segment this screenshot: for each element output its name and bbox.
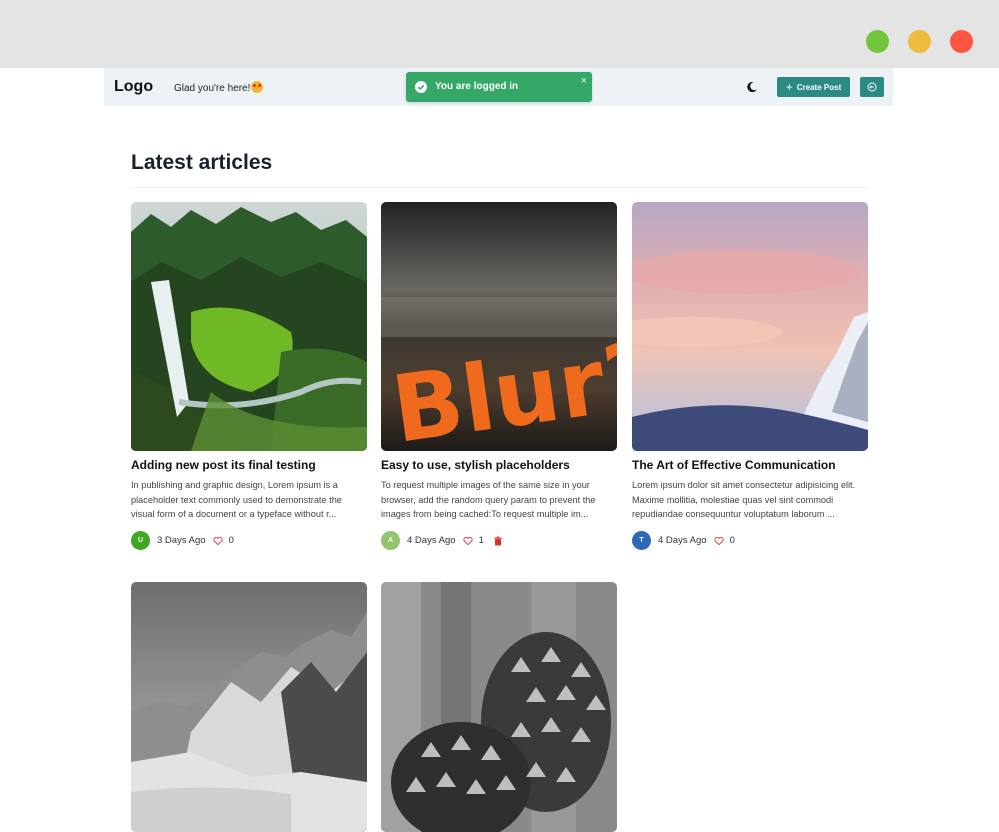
close-button[interactable] bbox=[950, 30, 973, 53]
avatar[interactable]: U bbox=[131, 531, 150, 551]
check-circle-icon bbox=[415, 81, 427, 93]
article-excerpt: In publishing and graphic design, Lorem … bbox=[131, 480, 342, 520]
divider bbox=[131, 187, 867, 188]
section-title: Latest articles bbox=[131, 151, 273, 174]
post-time: 4 Days Ago bbox=[658, 535, 707, 547]
article-title[interactable]: Adding new post its final testing bbox=[131, 458, 367, 472]
like-count: 0 bbox=[228, 535, 234, 547]
post-time: 4 Days Ago bbox=[407, 535, 456, 547]
article-card[interactable]: Adding new post its final testing In pub… bbox=[131, 202, 367, 551]
article-image-blur[interactable]: Blur? bbox=[381, 202, 617, 451]
toast-message: You are logged in bbox=[435, 81, 519, 92]
trash-icon[interactable] bbox=[493, 536, 503, 546]
heart-icon[interactable] bbox=[713, 536, 724, 546]
create-post-label: Create Post bbox=[796, 82, 842, 92]
article-title[interactable]: Easy to use, stylish placeholders bbox=[381, 458, 617, 472]
star-struck-emoji-icon bbox=[251, 81, 264, 93]
create-post-button[interactable]: + Create Post bbox=[777, 77, 850, 97]
article-image-pinecones[interactable] bbox=[381, 582, 617, 832]
article-meta: A 4 Days Ago 1 bbox=[381, 531, 617, 551]
avatar[interactable]: T bbox=[632, 531, 651, 551]
plus-icon: + bbox=[785, 80, 793, 94]
post-time: 3 Days Ago bbox=[157, 535, 206, 547]
article-meta: T 4 Days Ago 0 bbox=[632, 531, 868, 551]
like-count: 1 bbox=[478, 535, 484, 547]
logout-icon bbox=[867, 82, 877, 92]
logo[interactable]: Logo bbox=[114, 78, 153, 96]
avatar[interactable]: A bbox=[381, 531, 400, 551]
logout-button[interactable] bbox=[860, 77, 884, 97]
article-card[interactable]: Blur? Easy to use, stylish placeholders … bbox=[381, 202, 617, 551]
article-image-waterfall[interactable] bbox=[131, 202, 367, 451]
heart-icon[interactable] bbox=[212, 536, 223, 546]
article-card[interactable] bbox=[381, 582, 617, 832]
like-count: 0 bbox=[729, 535, 735, 547]
heart-icon[interactable] bbox=[462, 536, 473, 546]
article-card[interactable]: The Art of Effective Communication Lorem… bbox=[632, 202, 868, 551]
article-meta: U 3 Days Ago 0 bbox=[131, 531, 367, 551]
login-toast: You are logged in × bbox=[406, 72, 592, 102]
window-titlebar bbox=[0, 0, 999, 68]
article-title[interactable]: The Art of Effective Communication bbox=[632, 458, 868, 472]
greeting-text: Glad you're here! bbox=[174, 81, 264, 94]
greeting-label: Glad you're here! bbox=[174, 83, 251, 94]
minimize-button[interactable] bbox=[908, 30, 931, 53]
article-card[interactable] bbox=[131, 582, 367, 832]
toast-close-icon[interactable]: × bbox=[581, 75, 587, 87]
article-excerpt: To request multiple images of the same s… bbox=[381, 480, 596, 520]
maximize-button[interactable] bbox=[866, 30, 889, 53]
moon-icon[interactable] bbox=[746, 81, 758, 93]
article-image-grayscale-mountains[interactable] bbox=[131, 582, 367, 832]
article-excerpt: Lorem ipsum dolor sit amet consectetur a… bbox=[632, 480, 856, 520]
article-image-mountain-dusk[interactable] bbox=[632, 202, 868, 451]
